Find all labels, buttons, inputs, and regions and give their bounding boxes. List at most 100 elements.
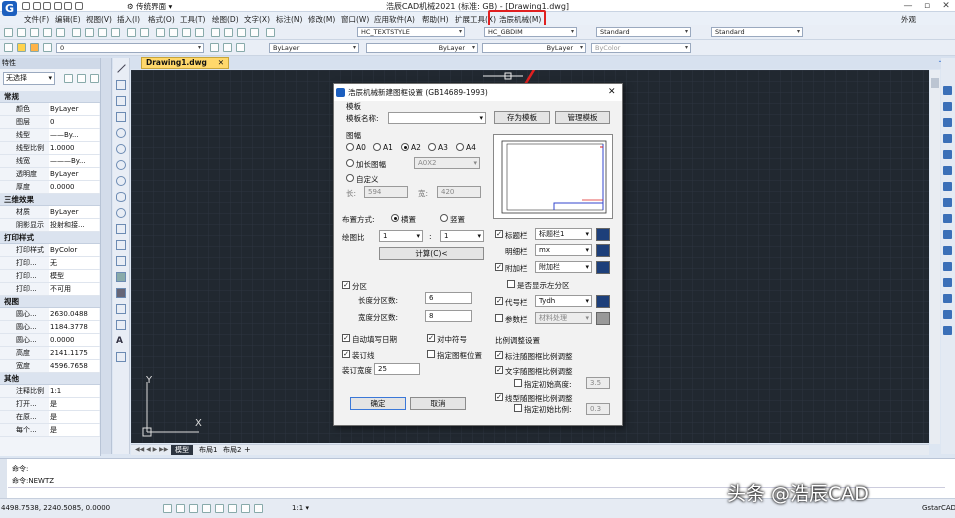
length-input[interactable]: 594 [364,186,408,198]
extended-size-select[interactable]: A0X2 [414,157,480,169]
property-row[interactable]: 线型比例 1.0000 [0,142,100,155]
property-row[interactable]: 材质 ByLayer [0,206,100,219]
redo-icon[interactable] [74,1,83,10]
title-block-select[interactable]: 标题栏1 [535,228,592,240]
tab-nav-icons[interactable]: ◀◀ ◀ ▶ ▶▶ [135,446,168,453]
layer-lock-icon[interactable] [43,43,52,52]
appearance-menu[interactable]: 外观 [901,14,916,25]
command-grip[interactable] [0,459,7,499]
menu-window[interactable]: 窗口(W) [341,14,369,25]
snap-mode-icon[interactable] [163,504,172,513]
copy-icon[interactable] [85,28,94,37]
linetype-follow-checkbox[interactable]: ✓ [495,393,503,401]
size-a1-radio[interactable] [373,143,381,151]
quick-select-icon[interactable] [64,74,73,83]
landscape-radio[interactable] [391,214,399,222]
lineweight-select[interactable]: ByLayer [482,43,586,53]
vertical-scrollbar[interactable] [930,70,940,444]
explode-icon[interactable] [943,326,952,335]
join-icon[interactable] [943,278,952,287]
menu-edit[interactable]: 编辑(E) [55,14,81,25]
scale-left-select[interactable]: 1 [379,230,423,242]
size-a0-radio[interactable] [346,143,354,151]
text-follow-checkbox[interactable]: ✓ [495,366,503,374]
zone-width-input[interactable]: 8 [425,310,472,322]
property-value[interactable]: 2141.1175 [49,347,99,359]
init-height-checkbox[interactable] [514,379,522,387]
match-icon[interactable] [111,28,120,37]
annot-follow-checkbox[interactable]: ✓ [495,351,503,359]
property-value[interactable]: 是 [49,424,99,436]
ellipse-arc-icon[interactable] [116,208,126,218]
close-tab-icon[interactable]: ✕ [218,58,224,68]
calculate-button[interactable]: 计算(C)< [379,247,484,260]
property-row[interactable]: 宽度 4596.7658 [0,360,100,373]
otrack-mode-icon[interactable] [228,504,237,513]
redo-icon[interactable] [140,28,149,37]
layer-state-icon[interactable] [236,43,245,52]
property-value[interactable]: 无 [49,257,99,269]
property-section-header[interactable]: 三维效果 [0,194,100,206]
chamfer-icon[interactable] [943,294,952,303]
polyline-icon[interactable] [116,80,126,90]
property-value[interactable]: 4596.7658 [49,360,99,372]
app-logo-icon[interactable]: G [2,1,17,16]
property-section-header[interactable]: 视图 [0,296,100,308]
add-selected-icon[interactable] [116,352,126,362]
mleader-style-select[interactable]: Standard [711,27,803,37]
maximize-button[interactable]: ▫ [918,0,936,12]
property-row[interactable]: 圆心... 1184.3778 [0,321,100,334]
property-value[interactable]: 是 [49,398,99,410]
code-block-checkbox[interactable]: ✓ [495,297,503,305]
property-row[interactable]: 高度 2141.1175 [0,347,100,360]
property-row[interactable]: 打印... 不可用 [0,283,100,296]
rectangle-icon[interactable] [116,112,126,122]
dialog-close-icon[interactable]: ✕ [608,84,616,101]
binding-width-input[interactable]: 25 [374,363,420,375]
property-row[interactable]: 打印... 无 [0,257,100,270]
zoom-window-icon[interactable] [182,28,191,37]
table-style-select[interactable]: Standard [596,27,691,37]
property-value[interactable]: ByLayer [49,206,99,218]
array-icon[interactable] [943,150,952,159]
binding-line-checkbox[interactable]: ✓ [342,350,350,358]
paste-icon[interactable] [98,28,107,37]
zone-length-input[interactable]: 6 [425,292,472,304]
property-section-header[interactable]: 常规 [0,91,100,103]
preview-icon[interactable] [56,28,65,37]
property-row[interactable]: 图层 0 [0,116,100,129]
init-height-input[interactable]: 3.5 [586,377,610,389]
param-block-pick-icon[interactable] [596,312,610,325]
insert-block-icon[interactable] [116,224,126,234]
layer-previous-icon[interactable] [223,43,232,52]
undo-icon[interactable] [64,1,73,10]
property-row[interactable]: 打印... 模型 [0,270,100,283]
property-row[interactable]: 阴影显示 投射和接... [0,219,100,232]
portrait-radio[interactable] [440,214,448,222]
new-icon[interactable] [22,1,30,10]
properties-icon[interactable] [211,28,220,37]
move-icon[interactable] [943,166,952,175]
open-icon[interactable] [32,1,41,10]
hatch-icon[interactable] [116,272,126,282]
pickadd-icon[interactable] [90,74,99,83]
mtext-icon[interactable]: A [116,336,126,346]
param-block-select[interactable]: 材料处理 [535,312,592,324]
size-a4-radio[interactable] [456,143,464,151]
layer-manager-icon[interactable] [4,43,13,52]
spline-icon[interactable] [116,176,126,186]
print-icon[interactable] [43,28,52,37]
new-icon[interactable] [4,28,13,37]
annotation-scale[interactable]: 1:1 ▾ [292,504,309,512]
bom-block-pick-icon[interactable] [596,244,610,257]
property-row[interactable]: 圆心... 2630.0488 [0,308,100,321]
table-icon[interactable] [116,320,126,330]
custom-size-radio[interactable] [346,174,354,182]
center-mark-checkbox[interactable]: ✓ [427,334,435,342]
pan-icon[interactable] [156,28,165,37]
trim-icon[interactable] [943,230,952,239]
circle-icon[interactable] [116,144,126,154]
show-left-checkbox[interactable] [507,280,515,288]
property-row[interactable]: 厚度 0.0000 [0,181,100,194]
property-value[interactable]: ——By... [49,129,99,141]
